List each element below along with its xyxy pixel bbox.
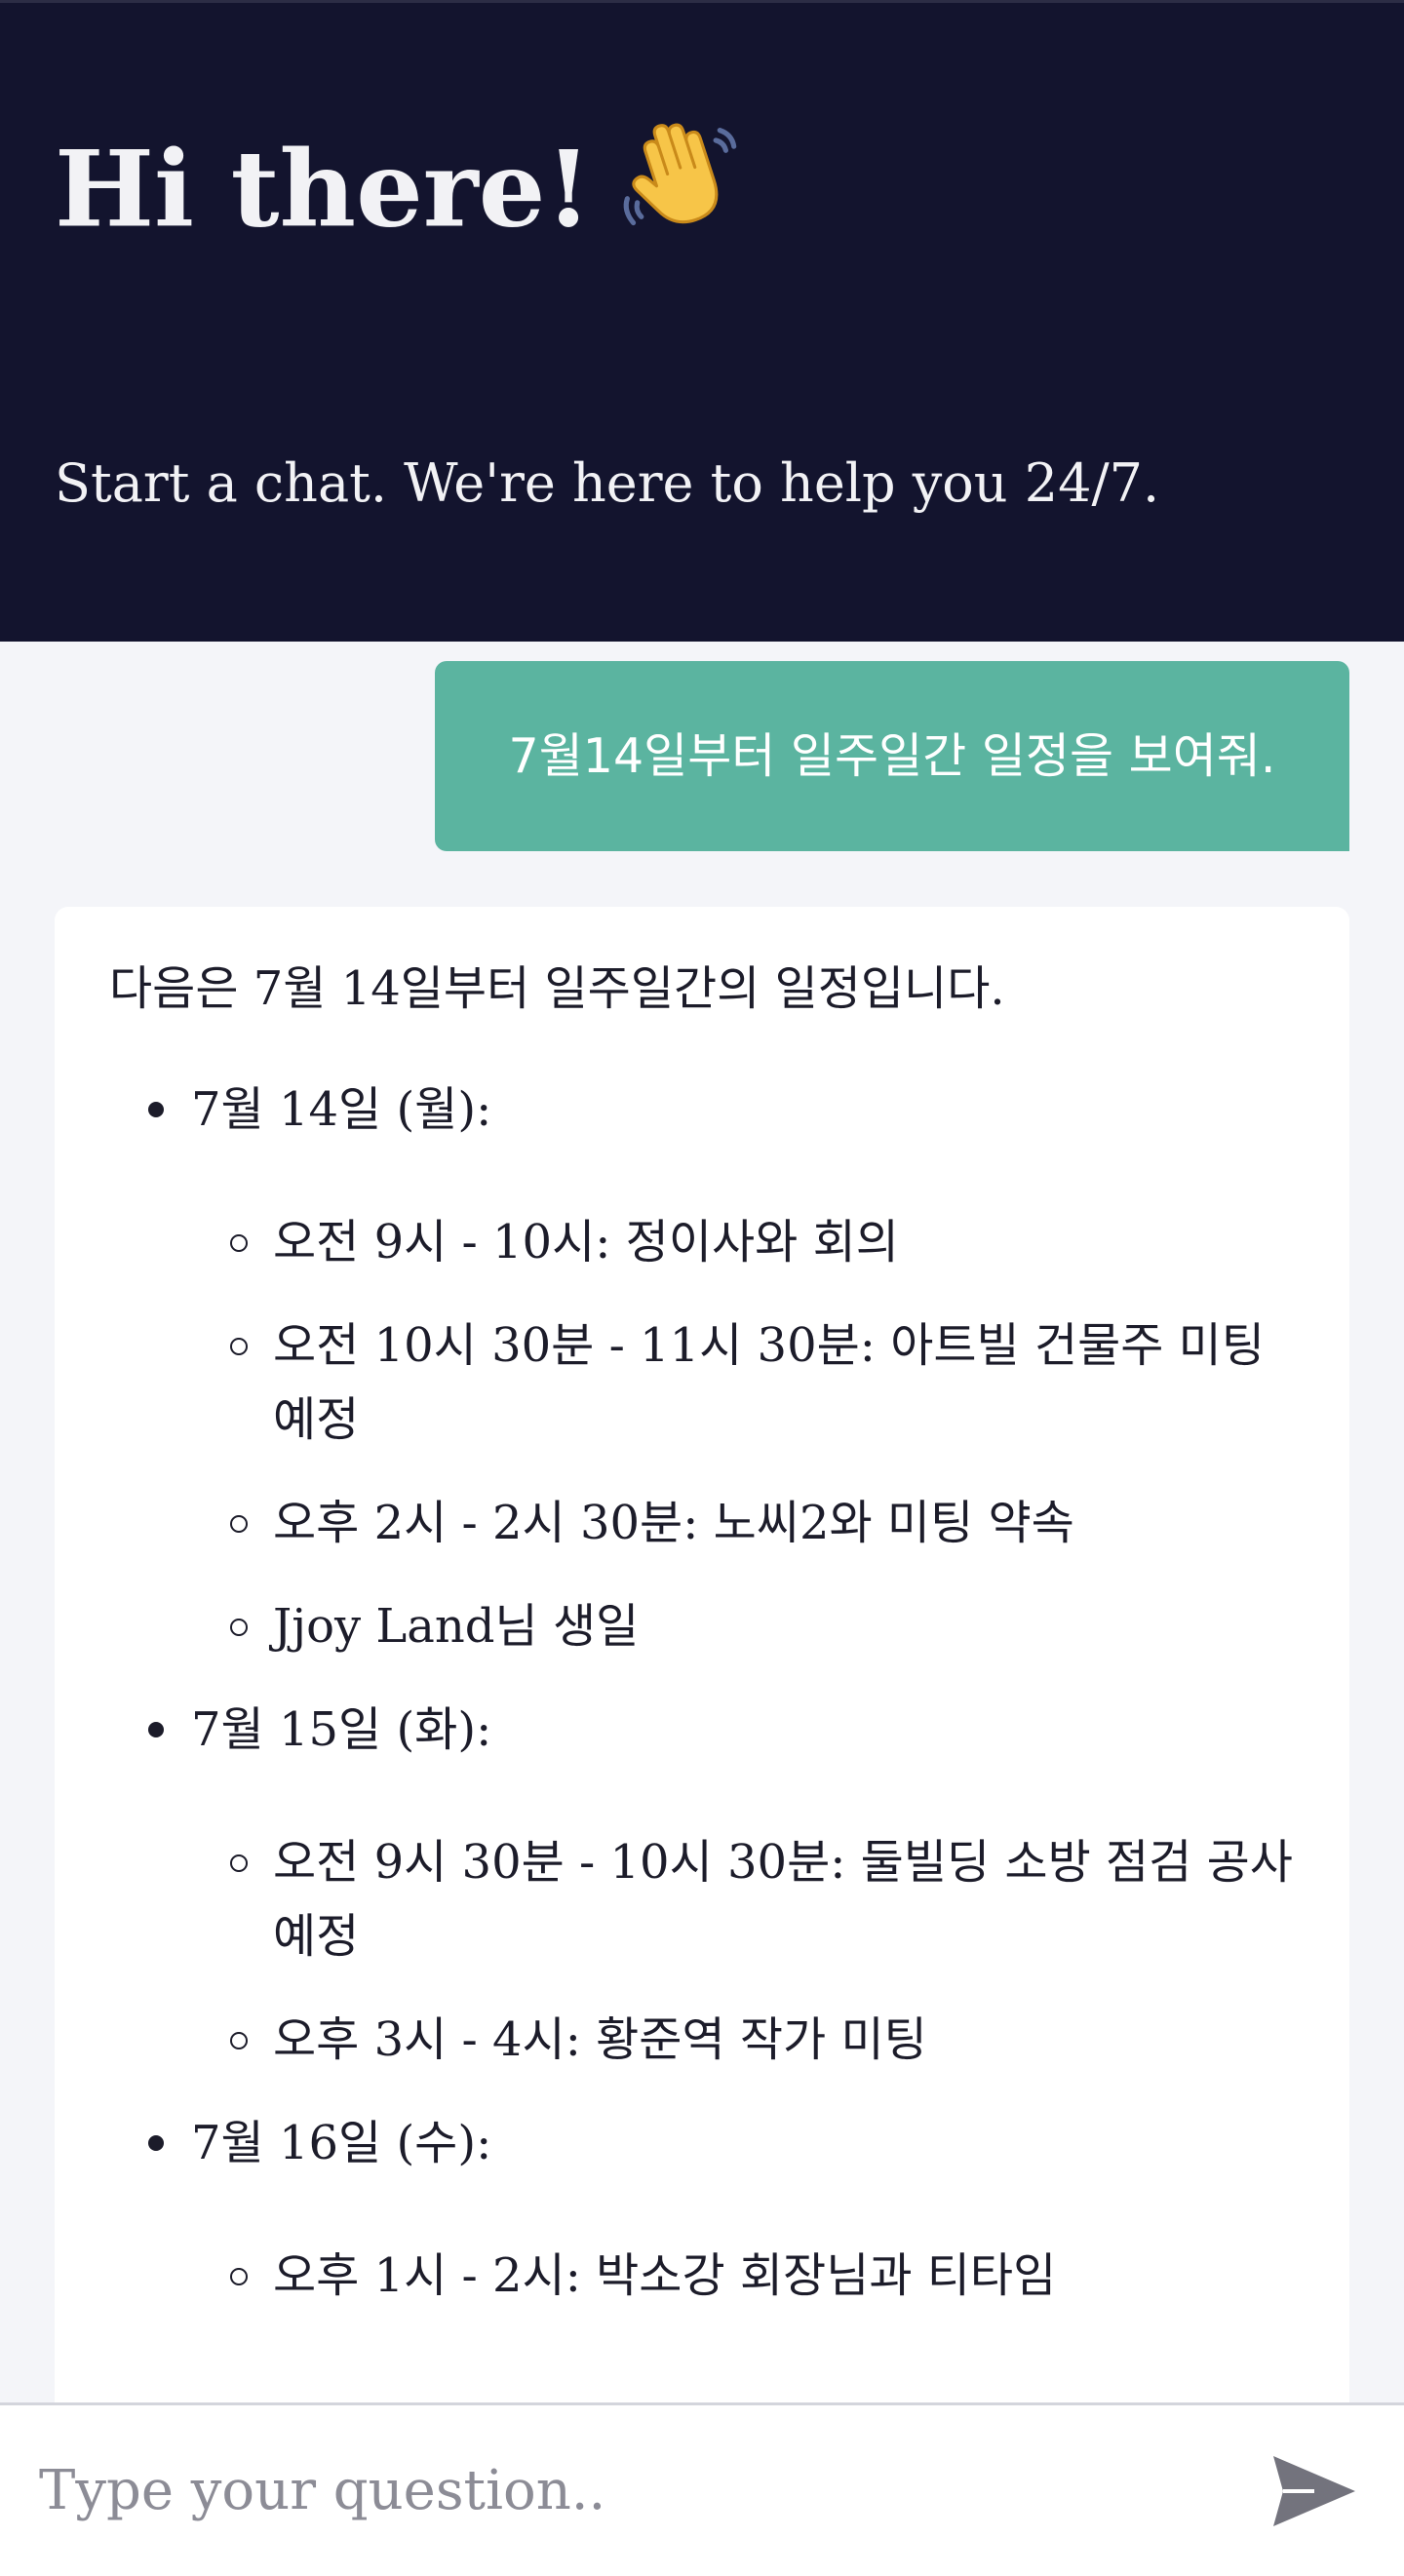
schedule-event: Jjoy Land님 생일 bbox=[191, 1589, 1295, 1663]
schedule-day-list: 7월 14일 (월): 오전 9시 - 10시: 정이사와 회의 오전 10시 … bbox=[109, 1073, 1295, 2313]
schedule-event: 오전 10시 30분 - 11시 30분: 아트빌 건물주 미팅예정 bbox=[191, 1308, 1295, 1457]
schedule-event: 오후 1시 - 2시: 박소강 회장님과 티타임 bbox=[191, 2239, 1295, 2313]
bot-message: 다음은 7월 14일부터 일주일간의 일정입니다. 7월 14일 (월): 오전… bbox=[55, 907, 1349, 2402]
schedule-event: 오후 3시 - 4시: 황준역 작가 미팅 bbox=[191, 2003, 1295, 2077]
header-subtitle: Start a chat. We're here to help you 24/… bbox=[55, 452, 1160, 514]
schedule-day: 7월 14일 (월): 오전 9시 - 10시: 정이사와 회의 오전 10시 … bbox=[109, 1073, 1295, 1663]
schedule-event: 오전 9시 30분 - 10시 30분: 둘빌딩 소방 점검 공사 예정 bbox=[191, 1825, 1295, 1973]
header-title-text: Hi there! bbox=[55, 128, 592, 252]
chat-messages[interactable]: 7월14일부터 일주일간 일정을 보여줘. 다음은 7월 14일부터 일주일간의… bbox=[0, 642, 1404, 2402]
schedule-day-label: 7월 15일 (화): bbox=[191, 1702, 492, 1757]
schedule-day: 7월 16일 (수): 오후 1시 - 2시: 박소강 회장님과 티타임 bbox=[109, 2106, 1295, 2313]
bot-message-intro: 다음은 7월 14일부터 일주일간의 일정입니다. bbox=[109, 961, 1005, 1016]
schedule-event-list: 오전 9시 30분 - 10시 30분: 둘빌딩 소방 점검 공사 예정 오후 … bbox=[191, 1825, 1295, 2077]
waving-hand-icon bbox=[615, 110, 744, 271]
question-input[interactable] bbox=[39, 2405, 1228, 2576]
schedule-event-list: 오후 1시 - 2시: 박소강 회장님과 티타임 bbox=[191, 2239, 1295, 2313]
send-button[interactable] bbox=[1268, 2450, 1361, 2532]
chat-header: Hi there! Start a chat. We're here to he… bbox=[0, 0, 1404, 642]
schedule-day-label: 7월 14일 (월): bbox=[191, 1082, 492, 1137]
user-message: 7월14일부터 일주일간 일정을 보여줘. bbox=[435, 661, 1349, 851]
schedule-day-label: 7월 16일 (수): bbox=[191, 2116, 492, 2170]
schedule-event: 오후 2시 - 2시 30분: 노씨2와 미팅 약속 bbox=[191, 1486, 1295, 1560]
chat-input-bar bbox=[0, 2402, 1404, 2576]
schedule-day: 7월 15일 (화): 오전 9시 30분 - 10시 30분: 둘빌딩 소방 … bbox=[109, 1693, 1295, 2077]
header-title: Hi there! bbox=[55, 118, 744, 279]
schedule-event: 오전 9시 - 10시: 정이사와 회의 bbox=[191, 1205, 1295, 1279]
send-arrow-icon bbox=[1268, 2456, 1361, 2535]
schedule-event-list: 오전 9시 - 10시: 정이사와 회의 오전 10시 30분 - 11시 30… bbox=[191, 1205, 1295, 1663]
